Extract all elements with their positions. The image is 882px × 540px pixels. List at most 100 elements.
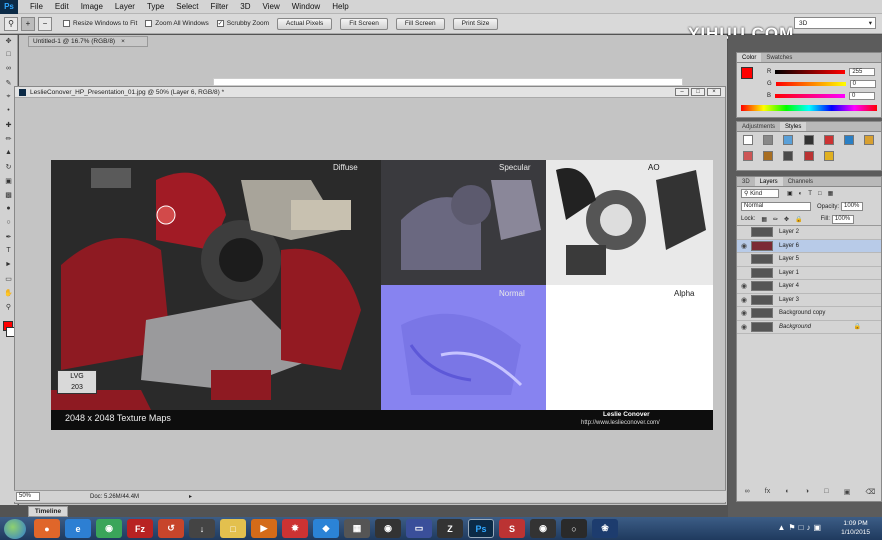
lock-pixels-icon[interactable]: ▦	[761, 216, 767, 223]
status-menu-arrow-icon[interactable]: ▸	[189, 493, 192, 500]
system-tray-icons[interactable]: ▲⚑□♪▣	[778, 523, 824, 532]
fill-field[interactable]: 100%	[831, 214, 854, 224]
firefox-icon[interactable]: ●	[34, 519, 60, 538]
kind-select[interactable]: ⚲ Kind	[741, 189, 779, 198]
document-title-bar[interactable]: LeslieConover_HP_Presentation_01.jpg @ 5…	[15, 87, 725, 98]
maximize-icon[interactable]: □	[691, 88, 705, 96]
mask-icon[interactable]: ◐	[785, 488, 789, 499]
app-icon[interactable]: ○	[561, 519, 587, 538]
zoom-in-icon[interactable]: +	[21, 16, 35, 31]
folder-icon[interactable]: □	[824, 488, 828, 499]
style-swatch[interactable]	[803, 135, 814, 145]
timeline-tab[interactable]: Timeline	[28, 506, 68, 517]
app-icon[interactable]: ▦	[344, 519, 370, 538]
workspace-select[interactable]: 3D ▾	[794, 17, 876, 29]
marquee-tool-icon[interactable]: □	[2, 51, 16, 63]
style-swatch[interactable]	[783, 135, 794, 145]
print-size-button[interactable]: Print Size	[452, 17, 499, 30]
lasso-tool-icon[interactable]: ∞	[2, 65, 16, 77]
red-slider[interactable]	[775, 70, 846, 74]
style-swatch[interactable]	[844, 135, 855, 145]
eye-icon[interactable]: ◉	[737, 242, 751, 250]
filter-adjust-icon[interactable]: ◐	[799, 191, 803, 197]
zbrush-icon[interactable]: Z	[437, 519, 463, 538]
clock[interactable]: 1:09 PM 1/10/2015	[841, 519, 870, 537]
app-icon[interactable]: ✸	[282, 519, 308, 538]
blue-slider[interactable]	[775, 94, 846, 98]
style-swatch[interactable]	[743, 135, 753, 145]
document-tab-untitled[interactable]: Untitled-1 @ 16.7% (RGB/8) ×	[28, 36, 148, 47]
lock-brush-icon[interactable]: ✏	[773, 216, 778, 223]
new-layer-icon[interactable]: ▣	[844, 488, 851, 499]
blue-value[interactable]: 0	[849, 92, 876, 100]
internet-explorer-icon[interactable]: e	[65, 519, 91, 538]
menu-type[interactable]: Type	[141, 2, 170, 11]
eye-icon[interactable]: ◉	[737, 309, 751, 317]
filter-type-icon[interactable]: T	[808, 191, 812, 197]
layer-row[interactable]: ◉ Background 🔒	[737, 321, 881, 334]
style-swatch[interactable]	[743, 151, 753, 161]
tab-color[interactable]: Color	[737, 53, 762, 62]
close-icon[interactable]: ×	[707, 88, 721, 96]
tab-swatches[interactable]: Swatches	[761, 53, 797, 62]
green-slider[interactable]	[775, 82, 846, 86]
tab-adjustments[interactable]: Adjustments	[737, 122, 780, 131]
close-icon[interactable]: ×	[121, 38, 125, 45]
style-swatch[interactable]	[823, 151, 834, 161]
app-icon[interactable]: S	[499, 519, 525, 538]
move-tool-icon[interactable]: ✥	[2, 37, 16, 49]
menu-help[interactable]: Help	[326, 2, 354, 11]
fill-screen-button[interactable]: Fill Screen	[395, 17, 445, 30]
zoom-tool-icon[interactable]: ⚲	[4, 16, 18, 31]
zoom-all-windows-checkbox[interactable]: Zoom All Windows	[145, 20, 209, 27]
eye-icon[interactable]: ◉	[737, 323, 751, 331]
fx-icon[interactable]: fx	[765, 488, 770, 499]
zoom-out-icon[interactable]: −	[38, 16, 52, 31]
layer-row[interactable]: Layer 5	[737, 253, 881, 267]
filter-shape-icon[interactable]: □	[818, 191, 822, 197]
layer-row[interactable]: Layer 1	[737, 267, 881, 280]
dropbox-icon[interactable]: ◆	[313, 519, 339, 538]
layer-row[interactable]: ◉ Background copy	[737, 307, 881, 321]
menu-view[interactable]: View	[257, 2, 286, 11]
photoshop-task-icon[interactable]: Ps	[468, 519, 494, 538]
resize-windows-checkbox[interactable]: Resize Windows to Fit	[63, 20, 137, 27]
layer-row[interactable]: ◉ Layer 4	[737, 280, 881, 294]
filter-image-icon[interactable]: ▣	[787, 190, 793, 197]
tab-3d[interactable]: 3D	[737, 177, 755, 186]
green-value[interactable]: 0	[849, 80, 876, 88]
tab-styles[interactable]: Styles	[780, 122, 807, 131]
app-icon[interactable]: ◉	[375, 519, 401, 538]
blend-mode-select[interactable]: Normal	[741, 202, 811, 211]
tab-channels[interactable]: Channels	[783, 177, 818, 186]
menu-file[interactable]: File	[24, 2, 49, 11]
trash-icon[interactable]: ⌫	[866, 488, 876, 499]
menu-image[interactable]: Image	[75, 2, 109, 11]
adjustment-icon[interactable]: ◑	[805, 488, 809, 499]
scrubby-zoom-checkbox[interactable]: ✓ Scrubby Zoom	[216, 20, 269, 27]
style-swatch[interactable]	[803, 151, 814, 161]
menu-filter[interactable]: Filter	[205, 2, 235, 11]
tab-layers[interactable]: Layers	[754, 177, 783, 186]
menu-layer[interactable]: Layer	[109, 2, 141, 11]
lock-position-icon[interactable]: ✥	[784, 216, 789, 223]
style-swatch[interactable]	[823, 135, 834, 145]
foreground-color-chip[interactable]	[741, 67, 753, 79]
layer-row[interactable]: ◉ Layer 6	[737, 239, 881, 253]
zoom-field[interactable]: 50%	[16, 492, 40, 501]
menu-select[interactable]: Select	[170, 2, 204, 11]
menu-edit[interactable]: Edit	[49, 2, 75, 11]
downloads-icon[interactable]: ↓	[189, 519, 215, 538]
style-swatch[interactable]	[763, 151, 774, 161]
opacity-field[interactable]: 100%	[841, 202, 864, 211]
filter-smart-icon[interactable]: ▦	[828, 190, 834, 197]
red-value[interactable]: 255	[849, 68, 876, 76]
layer-row[interactable]: Layer 2	[737, 226, 881, 240]
filezilla-icon[interactable]: Fz	[127, 519, 153, 538]
app-icon[interactable]: ↺	[158, 519, 184, 538]
app-icon[interactable]: ◉	[530, 519, 556, 538]
layer-row[interactable]: ◉ Layer 3	[737, 294, 881, 307]
app-icon[interactable]: ❀	[592, 519, 618, 538]
minimize-icon[interactable]: –	[675, 88, 689, 96]
style-swatch[interactable]	[864, 135, 875, 145]
